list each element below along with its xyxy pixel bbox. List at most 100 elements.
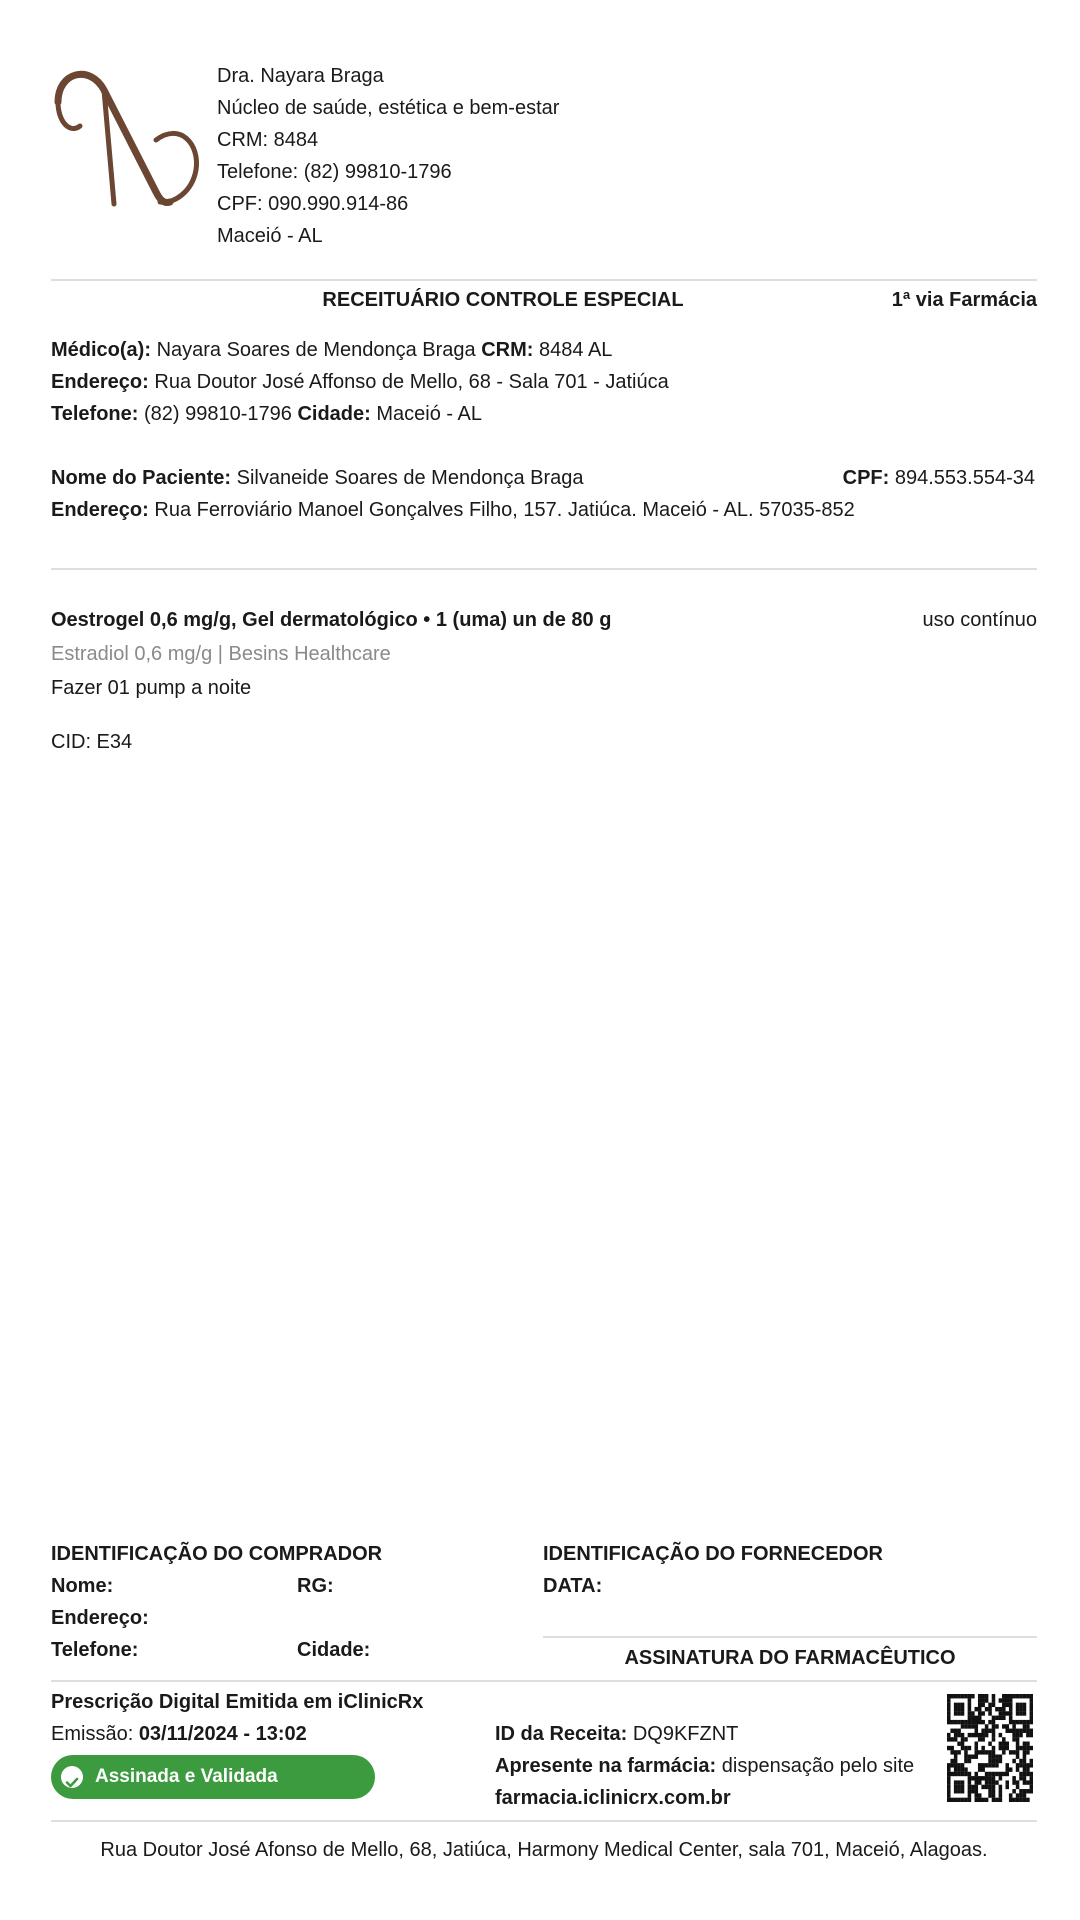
qr-module: [1019, 1793, 1023, 1798]
qr-module: [971, 1754, 975, 1759]
qr-module: [964, 1719, 968, 1725]
supplier-title: IDENTIFICAÇÃO DO FORNECEDOR: [543, 1543, 883, 1565]
qr-module: [947, 1763, 951, 1768]
qr-module: [964, 1797, 968, 1802]
qr-module: [960, 1737, 965, 1742]
qr-module: [1008, 1698, 1013, 1703]
drug-composition: Estradiol 0,6 mg/g | Besins Healthcare: [51, 643, 391, 665]
qr-module: [991, 1698, 996, 1703]
qr-module: [971, 1715, 975, 1721]
qr-module: [950, 1750, 954, 1755]
cid-code: CID: E34: [51, 731, 133, 753]
qr-module: [974, 1771, 979, 1777]
qr-module: [974, 1797, 979, 1802]
qr-module: [1022, 1741, 1027, 1746]
buyer-city-label: Cidade:: [297, 1639, 371, 1661]
qr-module: [957, 1706, 961, 1712]
buyer-title: IDENTIFICAÇÃO DO COMPRADOR: [51, 1543, 383, 1565]
qr-module: [967, 1797, 972, 1802]
qr-module: [957, 1763, 961, 1768]
clinic-logo: [54, 70, 199, 207]
qr-module: [998, 1745, 1003, 1751]
header-cpf: CPF: 090.990.914-86: [217, 193, 409, 215]
qr-module: [977, 1715, 982, 1721]
qr-module: [1002, 1711, 1006, 1716]
qr-module: [991, 1758, 996, 1764]
qr-module: [1019, 1776, 1023, 1781]
qr-module: [1005, 1745, 1010, 1751]
qr-module: [971, 1694, 975, 1699]
qr-module: [1002, 1745, 1006, 1751]
qr-module: [974, 1728, 979, 1733]
qr-module: [1008, 1793, 1013, 1798]
qr-module: [988, 1789, 992, 1794]
qr-module: [1019, 1702, 1023, 1708]
qr-module: [1029, 1698, 1033, 1703]
divider: [51, 1820, 1037, 1822]
qr-module: [988, 1776, 992, 1781]
qr-module: [995, 1780, 999, 1785]
qr-module: [1012, 1694, 1016, 1699]
qr-module: [967, 1715, 972, 1721]
qr-module: [950, 1737, 954, 1742]
qr-module: [967, 1780, 972, 1785]
qr-module: [1008, 1767, 1013, 1772]
qr-module: [957, 1750, 961, 1755]
qr-module: [974, 1789, 979, 1794]
qr-module: [964, 1750, 968, 1755]
qr-module: [967, 1698, 972, 1703]
qr-module: [950, 1797, 954, 1802]
qr-module: [1008, 1719, 1013, 1725]
qr-module: [1026, 1745, 1030, 1751]
qr-module: [1012, 1780, 1016, 1785]
qr-module: [1012, 1758, 1016, 1764]
qr-module: [991, 1737, 996, 1742]
qr-module: [977, 1793, 982, 1798]
qr-module: [1015, 1711, 1020, 1716]
qr-module: [988, 1758, 992, 1764]
qr-module: [995, 1758, 999, 1764]
qr-module: [1005, 1780, 1010, 1785]
qr-module: [1008, 1711, 1013, 1716]
qr-module: [981, 1694, 985, 1699]
qr-module: [964, 1771, 968, 1777]
qr-module: [957, 1784, 961, 1790]
qr-module: [977, 1780, 982, 1785]
qr-module: [1026, 1771, 1030, 1777]
qr-module: [950, 1758, 954, 1764]
qr-module: [967, 1719, 972, 1725]
qr-module: [1008, 1797, 1013, 1802]
qr-module: [1012, 1776, 1016, 1781]
qr-module: [1029, 1732, 1033, 1738]
pharmacy-site-link[interactable]: farmacia.iclinicrx.com.br: [495, 1782, 731, 1814]
qr-module: [971, 1732, 975, 1738]
qr-module: [995, 1724, 999, 1729]
qr-module: [1029, 1763, 1033, 1768]
qr-module: [998, 1771, 1003, 1777]
qr-module: [1022, 1776, 1027, 1781]
qr-module: [957, 1719, 961, 1725]
divider: [51, 279, 1037, 281]
qr-module: [1008, 1694, 1013, 1699]
qr-module: [1026, 1728, 1030, 1733]
qr-module: [1015, 1706, 1020, 1712]
qr-module: [981, 1728, 985, 1733]
qr-module: [977, 1719, 982, 1725]
supplier-date-label: DATA:: [543, 1575, 603, 1597]
qr-module: [984, 1694, 989, 1699]
qr-module: [957, 1728, 961, 1733]
qr-module: [1019, 1706, 1023, 1712]
qr-module: [1002, 1750, 1006, 1755]
qr-module: [974, 1754, 979, 1759]
qr-module: [998, 1706, 1003, 1712]
qr-module: [991, 1745, 996, 1751]
qr-module: [1008, 1715, 1013, 1721]
doctor-address-line: Endereço: Rua Doutor José Affonso de Mel…: [51, 371, 669, 393]
divider: [51, 1680, 1037, 1682]
signature-line: [543, 1636, 1037, 1638]
qr-module: [967, 1694, 972, 1699]
qr-module: [988, 1763, 992, 1768]
header-crm: CRM: 8484: [217, 129, 319, 151]
qr-module: [1029, 1745, 1033, 1751]
qr-module: [967, 1793, 972, 1798]
